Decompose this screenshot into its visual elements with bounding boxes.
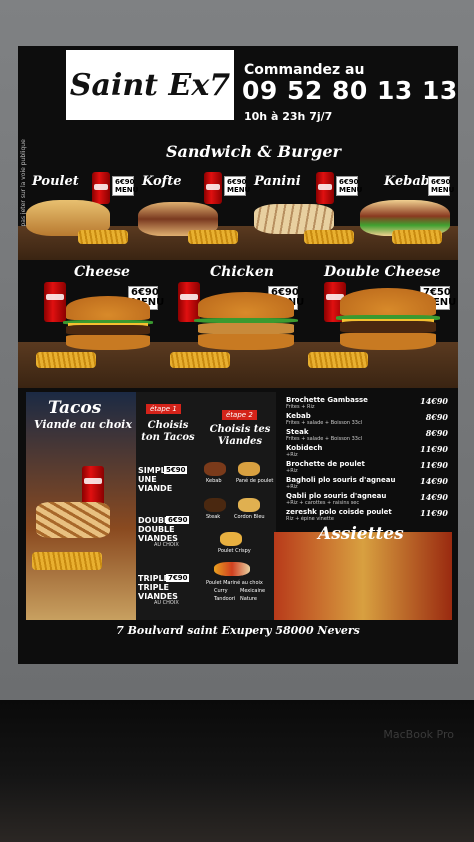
meat-label: Poulet Crispy (218, 548, 251, 554)
menu-item-price: 14€90 (420, 396, 448, 406)
tacos-price-double: 6€90 (166, 516, 190, 524)
sandwich-name-poulet: Poulet (32, 174, 79, 189)
sauce-label: Curry (214, 588, 228, 594)
coke-can-icon (204, 172, 222, 204)
cheese-burger-image (62, 296, 154, 350)
meat-kebab-image (204, 462, 226, 476)
meat-pane-image (238, 462, 260, 476)
coke-can-icon (44, 282, 66, 322)
tacos-note-double: AU CHOIX (154, 542, 179, 548)
sandwich-name-panini: Panini (254, 174, 301, 189)
price-tag: 6€90 MENU (428, 176, 454, 196)
menu-item-price: 11€90 (420, 444, 448, 454)
sauce-label: Tandoori (214, 596, 236, 602)
laptop-bezel (0, 700, 474, 842)
menu-item-price: 14€90 (420, 492, 448, 502)
list-item: Steak Frites + salade + Boisson 33cl 8€9… (280, 428, 452, 444)
assiettes-title: Assiettes (318, 524, 404, 544)
fries-image (78, 230, 128, 244)
coke-can-icon (316, 172, 334, 204)
list-item: Brochette Gambasse Frites + Riz 14€90 (280, 396, 452, 412)
meat-label: Steak (206, 514, 221, 520)
meat-label: Cordon Bleu (234, 514, 265, 520)
step2-heading: Choisis tes Viandes (209, 424, 271, 447)
menu-item-name: Kebab (286, 412, 311, 420)
menu-item-name: Qabli plo souris d'agneau (286, 492, 387, 500)
price-tag: 6€90 MENU (336, 176, 362, 196)
menu-item-desc: Frites + Riz (286, 404, 315, 410)
menu-item-price: 11€90 (420, 508, 448, 518)
menu-item-name: Bagholi plo souris d'agneau (286, 476, 396, 484)
menu-item-name: Brochette Gambasse (286, 396, 368, 404)
meat-cordon-bleu-image (238, 498, 260, 512)
meat-steak-image (204, 498, 226, 512)
price-tag: 6€90 MENU (112, 176, 138, 196)
burger-name-double-cheese: Double Cheese (324, 264, 441, 280)
menu-item-name: zereshk polo coisde poulet (286, 508, 392, 516)
menu-item-price: 8€90 (425, 428, 448, 438)
step1-heading: Choisis ton Tacos (141, 420, 195, 443)
meat-marine-image (214, 562, 250, 576)
price-tag: 6€90 MENU (224, 176, 250, 196)
fries-image (308, 352, 368, 368)
fries-image (392, 230, 442, 244)
menu-flyer: ne pas jeter sur la voie publique Saint … (18, 46, 458, 664)
menu-item-price: 8€90 (425, 412, 448, 422)
tacos-price-triple: 7€90 (166, 574, 190, 582)
burger-name-chicken: Chicken (210, 264, 274, 280)
fries-image (32, 552, 102, 570)
device-label: MacBook Pro (383, 728, 454, 741)
sandwich-section-title: Sandwich & Burger (166, 142, 341, 161)
sandwich-name-kebab: Kebab (384, 174, 430, 189)
tacos-subtitle: Viande au choix (34, 418, 132, 431)
list-item: Brochette de poulet +Riz 11€90 (280, 460, 452, 476)
menu-item-desc: Frites + salade + Boisson 33cl (286, 436, 363, 442)
menu-item-name: Steak (286, 428, 309, 436)
tacos-price-simple: 5€90 (164, 466, 188, 474)
coke-can-icon (178, 282, 200, 322)
meat-label: Pané de poulet (236, 478, 274, 484)
list-item: Qabli plo souris d'agneau +Riz + carotte… (280, 492, 452, 508)
list-item: Bagholi plo souris d'agneau +Riz 14€90 (280, 476, 452, 492)
menu-item-price: 11€90 (420, 460, 448, 470)
menu-item-name: Brochette de poulet (286, 460, 365, 468)
sauce-label: Nature (240, 596, 257, 602)
menu-item-desc: +Riz (286, 468, 298, 474)
double-cheese-burger-image (336, 288, 440, 350)
fries-image (304, 230, 354, 244)
fries-image (188, 230, 238, 244)
menu-item-desc: Riz + épine vinette (286, 516, 334, 522)
menu-item-desc: +Riz (286, 484, 298, 490)
burger-name-cheese: Cheese (74, 264, 130, 280)
meat-crispy-image (220, 532, 242, 546)
sauce-label: Mexicaine (240, 588, 266, 594)
chicken-burger-image (194, 292, 298, 350)
menu-item-price: 14€90 (420, 476, 448, 486)
opening-hours: 10h à 23h 7j/7 (244, 110, 333, 123)
menu-item-name: Kobidech (286, 444, 323, 452)
meat-label: Kebab (206, 478, 222, 484)
phone-number: 09 52 80 13 13 (242, 76, 458, 105)
list-item: Kebab Frites + salade + Boisson 33cl 8€9… (280, 412, 452, 428)
tacos-note-triple: AU CHOIX (154, 600, 179, 606)
brand-name: Saint Ex7 (69, 67, 231, 103)
coke-can-icon (92, 172, 110, 204)
fries-image (36, 352, 96, 368)
step2-badge: étape 2 (222, 410, 257, 420)
sandwich-name-kofte: Kofte (142, 174, 182, 189)
menu-item-desc: +Riz (286, 452, 298, 458)
assiettes-image (274, 532, 452, 620)
list-item: Kobidech +Riz 11€90 (280, 444, 452, 460)
menu-item-desc: +Riz + carottes + raisins sec (286, 500, 360, 506)
meat-label: Poulet Mariné au choix (206, 580, 263, 586)
menu-item-desc: Frites + salade + Boisson 33cl (286, 420, 363, 426)
step1-badge: étape 1 (146, 404, 181, 414)
list-item: zereshk polo coisde poulet Riz + épine v… (280, 508, 452, 524)
address: 7 Boulvard saint Exupery 58000 Nevers (116, 624, 360, 637)
brand-logo: Saint Ex7 (66, 50, 234, 120)
tacos-image (36, 502, 110, 538)
plates-menu-list: Brochette Gambasse Frites + Riz 14€90 Ke… (280, 392, 452, 532)
tacos-title: Tacos (48, 398, 102, 418)
fries-image (170, 352, 230, 368)
